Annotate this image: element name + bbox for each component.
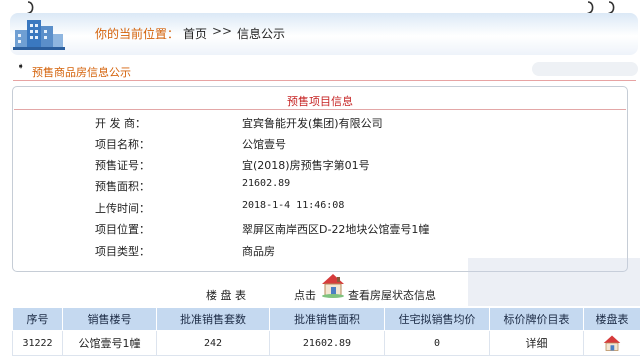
panel-title: 预售项目信息: [287, 95, 353, 108]
panel-divider: [14, 109, 626, 110]
breadcrumb-separator: >>: [212, 24, 233, 38]
info-row-developer: 开 发 商： 宜宾鲁能开发(集团)有限公司: [13, 115, 627, 133]
breadcrumb-current: 信息公示: [237, 27, 286, 41]
col-header-index: 序号: [12, 307, 63, 331]
cell-building: 公馆壹号1幢: [62, 330, 157, 356]
click-label: 点击: [294, 289, 316, 302]
col-header-price-list: 标价牌价目表: [489, 307, 584, 331]
building-table-label: 楼 盘 表: [206, 289, 246, 302]
col-header-units: 批准销售套数: [156, 307, 270, 331]
field-value: 宜(2018)房预售字第01号: [242, 159, 370, 172]
col-header-building-table: 楼盘表: [583, 307, 640, 331]
info-row-upload-time: 上传时间： 2018-1-4 11:46:08: [13, 200, 627, 218]
field-value: 21602.89: [242, 178, 291, 189]
location-label: 你的当前位置：: [95, 27, 180, 41]
section-divider: [13, 80, 636, 81]
view-status-link[interactable]: 查看房屋状态信息: [348, 287, 436, 303]
info-row-permit: 预售证号： 宜(2018)房预售字第01号: [13, 157, 627, 175]
table-header-row: 序号 销售楼号 批准销售套数 批准销售面积 住宅拟销售均价 标价牌价目表 楼盘表: [12, 307, 640, 331]
project-info-panel: 预售项目信息 开 发 商： 宜宾鲁能开发(集团)有限公司 项目名称： 公馆壹号 …: [12, 86, 628, 272]
col-header-building: 销售楼号: [62, 307, 157, 331]
col-header-area: 批准销售面积: [269, 307, 385, 331]
field-value: 公馆壹号: [242, 138, 286, 151]
field-label: 项目名称：: [95, 138, 150, 151]
field-label: 预售面积：: [95, 180, 150, 193]
field-label: 项目类型：: [95, 245, 150, 258]
cell-building-table[interactable]: [583, 330, 640, 356]
field-label: 项目位置：: [95, 223, 150, 236]
house-icon[interactable]: [602, 335, 622, 351]
cell-area: 21602.89: [269, 330, 385, 356]
field-label: 开 发 商：: [95, 117, 146, 130]
col-header-avg-price: 住宅拟销售均价: [384, 307, 490, 331]
field-value: 翠屏区南岸西区D-22地块公馆壹号1幢: [242, 223, 430, 236]
sales-table: 序号 销售楼号 批准销售套数 批准销售面积 住宅拟销售均价 标价牌价目表 楼盘表…: [12, 307, 640, 356]
field-label: 预售证号：: [95, 159, 150, 172]
field-value: 2018-1-4 11:46:08: [242, 200, 345, 211]
field-label: 上传时间：: [95, 202, 150, 215]
field-value: 商品房: [242, 245, 275, 258]
cell-units: 242: [156, 330, 270, 356]
section-arrow-icon: ➧: [17, 62, 25, 72]
watermark-overlay: [468, 258, 640, 306]
field-value: 宜宾鲁能开发(集团)有限公司: [242, 117, 383, 130]
table-row: 31222 公馆壹号1幢 242 21602.89 0 详细: [12, 330, 640, 356]
cell-index: 31222: [12, 330, 63, 356]
info-row-area: 预售面积： 21602.89: [13, 178, 627, 196]
breadcrumb-home-link[interactable]: 首页: [183, 25, 207, 42]
building-logo-icon: [13, 16, 65, 50]
price-list-detail-link[interactable]: 详细: [489, 330, 584, 356]
info-row-project-name: 项目名称： 公馆壹号: [13, 136, 627, 154]
cell-avg-price: 0: [384, 330, 490, 356]
section-pill: [532, 62, 638, 76]
info-row-location: 项目位置： 翠屏区南岸西区D-22地块公馆壹号1幢: [13, 221, 627, 239]
section-title: 预售商品房信息公示: [32, 66, 131, 79]
house-icon[interactable]: [320, 272, 346, 298]
